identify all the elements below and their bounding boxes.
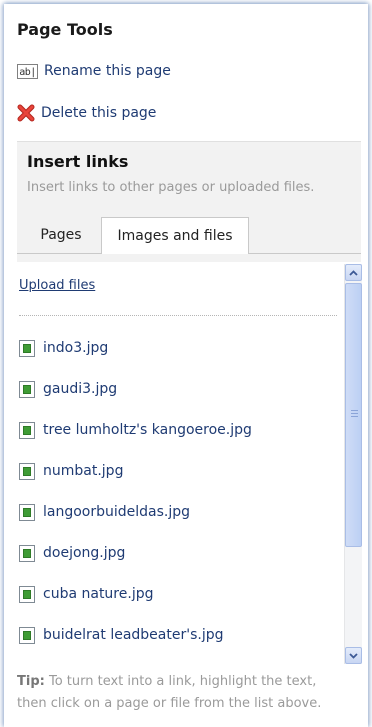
rename-page-label: Rename this page (44, 63, 171, 79)
file-name: numbat.jpg (43, 463, 124, 479)
list-separator (19, 315, 337, 316)
image-file-icon (19, 585, 35, 603)
file-name: buidelrat leadbeater's.jpg (43, 627, 224, 643)
tip-line-1: To turn text into a link, highlight the … (48, 674, 317, 689)
insert-links-description: Insert links to other pages or uploaded … (27, 180, 315, 195)
grip-line (351, 410, 358, 411)
file-item[interactable]: langoorbuideldas.jpg (19, 501, 190, 523)
file-list-scrollbar[interactable] (344, 264, 362, 664)
file-item[interactable]: cuba nature.jpg (19, 583, 153, 605)
scroll-down-button[interactable] (345, 647, 362, 664)
image-file-icon (19, 380, 35, 398)
scroll-thumb[interactable] (345, 283, 362, 547)
tip-text: Tip: To turn text into a link, highlight… (17, 671, 361, 715)
file-name: tree lumholtz's kangoeroe.jpg (43, 422, 252, 438)
delete-page-label: Delete this page (41, 105, 157, 121)
file-item[interactable]: numbat.jpg (19, 460, 123, 482)
rename-icon: ab| (17, 63, 38, 79)
grip-line (351, 416, 358, 417)
file-name: gaudi3.jpg (43, 381, 118, 397)
rename-page-link[interactable]: ab| Rename this page (17, 60, 171, 82)
grip-line (351, 413, 358, 414)
file-name: langoorbuideldas.jpg (43, 504, 191, 520)
insert-links-section: Insert links Insert links to other pages… (17, 141, 361, 262)
image-file-icon (19, 503, 35, 521)
file-item[interactable]: doejong.jpg (19, 542, 125, 564)
file-name: indo3.jpg (43, 340, 109, 356)
file-item[interactable]: indo3.jpg (19, 337, 108, 359)
file-list-area: Upload files indo3.jpg gaudi3.jpg tree l… (17, 262, 362, 664)
image-file-icon (19, 626, 35, 644)
delete-page-link[interactable]: Delete this page (17, 102, 156, 124)
file-name: cuba nature.jpg (43, 586, 154, 602)
insert-links-title: Insert links (27, 152, 129, 171)
delete-x-icon (17, 104, 35, 122)
image-file-icon (19, 421, 35, 439)
chevron-down-icon (349, 652, 358, 659)
image-file-icon (19, 462, 35, 480)
file-item[interactable]: tree lumholtz's kangoeroe.jpg (19, 419, 252, 441)
file-item[interactable]: gaudi3.jpg (19, 378, 117, 400)
image-file-icon (19, 544, 35, 562)
chevron-up-icon (349, 269, 358, 276)
tab-pages[interactable]: Pages (25, 217, 97, 253)
tip-label: Tip: (17, 674, 45, 689)
image-file-icon (19, 339, 35, 357)
page-tools-panel: Page Tools ab| Rename this page Delete t… (4, 4, 368, 727)
file-item[interactable]: buidelrat leadbeater's.jpg (19, 624, 223, 646)
page-tools-title: Page Tools (17, 20, 113, 39)
upload-files-link[interactable]: Upload files (19, 278, 95, 293)
tab-images-and-files[interactable]: Images and files (101, 217, 249, 254)
scroll-up-button[interactable] (345, 264, 362, 281)
file-name: doejong.jpg (43, 545, 126, 561)
tip-line-2: then click on a page or file from the li… (17, 696, 322, 711)
